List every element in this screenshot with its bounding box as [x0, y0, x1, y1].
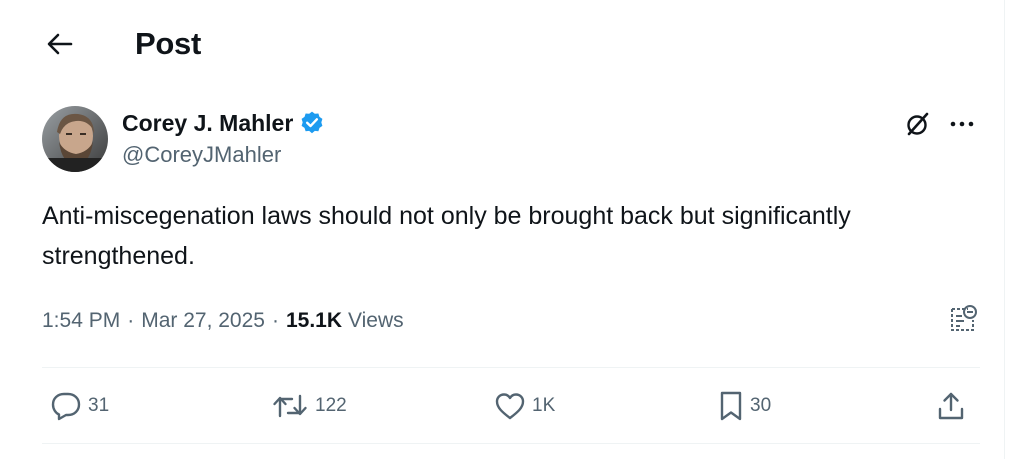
author-name-row: Corey J. Mahler — [122, 107, 325, 139]
tweet-meta: 1:54 PM · Mar 27, 2025 · 15.1K Views — [42, 305, 404, 337]
meta-separator: · — [271, 309, 279, 332]
column-border — [1004, 0, 1005, 459]
avatar[interactable] — [42, 106, 108, 172]
tweet-text: Anti-miscegenation laws should not only … — [42, 202, 851, 270]
share-icon — [938, 392, 964, 420]
repost-button[interactable]: 122 — [271, 390, 347, 422]
avatar-image — [42, 106, 108, 172]
page-title: Post — [135, 26, 201, 61]
grok-button[interactable] — [900, 106, 936, 142]
action-bar: 31 122 1K 30 — [0, 368, 1004, 444]
views-count: 15.1K — [285, 309, 343, 332]
reply-count: 31 — [88, 395, 110, 416]
views-label: Views — [348, 309, 404, 332]
post-page: Post Corey J. Mahler @CoreyJMahler Anti-… — [0, 0, 1024, 459]
like-button[interactable]: 1K — [494, 390, 555, 422]
repost-icon — [273, 394, 307, 418]
reply-button[interactable]: 31 — [50, 390, 109, 422]
tweet-date[interactable]: Mar 27, 2025 — [141, 309, 265, 333]
reply-icon — [51, 392, 81, 421]
like-icon — [495, 393, 525, 420]
like-count: 1K — [532, 395, 556, 416]
grok-icon — [907, 112, 929, 136]
arrow-left-icon — [47, 33, 73, 55]
divider-bottom — [42, 443, 980, 444]
author-handle[interactable]: @CoreyJMahler — [122, 142, 281, 168]
analytics-icon — [951, 305, 977, 331]
bookmark-count: 30 — [750, 395, 772, 416]
back-button[interactable] — [40, 27, 80, 61]
bookmark-button[interactable]: 30 — [718, 390, 771, 422]
repost-count: 122 — [315, 395, 347, 416]
bookmark-icon — [720, 391, 742, 421]
more-icon — [950, 121, 974, 127]
author-name[interactable]: Corey J. Mahler — [122, 110, 293, 137]
share-button[interactable] — [936, 390, 966, 422]
page-header: Post — [0, 0, 1004, 88]
tweet-time[interactable]: 1:54 PM — [42, 309, 120, 333]
more-options-button[interactable] — [944, 106, 980, 142]
verified-badge-icon[interactable] — [299, 110, 325, 136]
meta-separator: · — [127, 309, 135, 332]
analytics-button[interactable] — [944, 300, 982, 338]
